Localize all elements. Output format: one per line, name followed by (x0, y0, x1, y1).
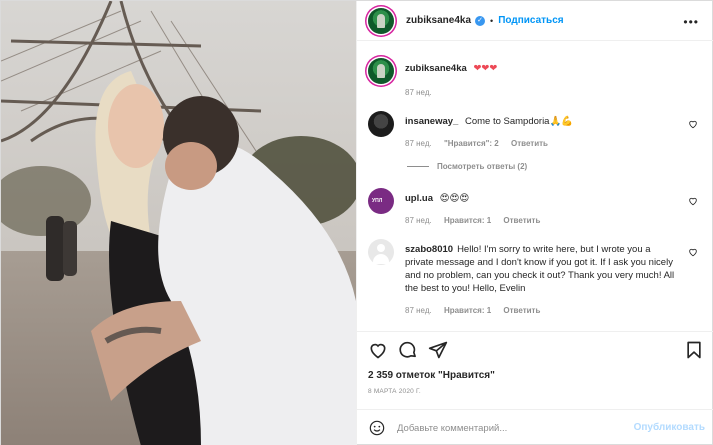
publish-button[interactable]: Опубликовать (634, 422, 705, 433)
more-icon[interactable]: ••• (683, 15, 699, 29)
reply-button[interactable]: Ответить (511, 139, 548, 148)
view-replies-label: Посмотреть ответы (2) (437, 162, 528, 171)
bookmark-icon[interactable] (684, 340, 704, 360)
heart-icon[interactable] (688, 247, 698, 257)
post-photo[interactable] (1, 1, 356, 445)
caption: zubiksane4ka ❤❤❤ 87 нед. (368, 58, 704, 108)
heart-icon[interactable] (688, 196, 698, 206)
post-header: zubiksane4ka ✓ • Подписаться ••• (357, 1, 713, 41)
author-avatar[interactable] (368, 7, 394, 34)
add-comment-bar: Опубликовать (357, 409, 713, 445)
commenter-avatar[interactable] (368, 239, 394, 265)
post-dialog: zubiksane4ka ✓ • Подписаться ••• zubiksa… (0, 0, 713, 445)
replies-divider (407, 166, 429, 168)
share-icon[interactable] (428, 340, 448, 360)
comment-time[interactable]: 87 нед. (405, 306, 432, 315)
caption-text: ❤❤❤ (473, 63, 498, 74)
comment-username[interactable]: upl.ua (405, 193, 433, 204)
caption-time[interactable]: 87 нед. (405, 88, 432, 97)
post-date[interactable]: 8 МАРТА 2020 Г. (368, 388, 421, 395)
commenter-avatar[interactable] (368, 111, 394, 137)
post-side-panel: zubiksane4ka ✓ • Подписаться ••• zubiksa… (356, 1, 713, 445)
action-icons (368, 340, 704, 362)
comment-text: Come to Sampdoria🙏💪 (464, 116, 574, 127)
comments-list[interactable]: zubiksane4ka ❤❤❤ 87 нед. insaneway_ Come… (357, 41, 713, 331)
emoji-icon[interactable] (369, 420, 385, 436)
comment-text: 😍😍😍 (439, 193, 470, 204)
view-replies-button[interactable]: Посмотреть ответы (2) (407, 162, 527, 171)
post-actions: 2 359 отметок "Нравится" 8 МАРТА 2020 Г.… (357, 331, 713, 441)
comment-likes[interactable]: Нравится: 1 (444, 216, 491, 225)
avatar-logo-text: УПЛ (372, 198, 383, 204)
comment-likes[interactable]: "Нравится": 2 (444, 139, 499, 148)
comment-username[interactable]: szabo8010 (405, 244, 453, 255)
comment-icon[interactable] (398, 340, 418, 360)
commenter-avatar[interactable]: УПЛ (368, 188, 394, 214)
heart-icon[interactable] (688, 119, 698, 129)
follow-button[interactable]: Подписаться (498, 15, 563, 26)
comment-item: szabo8010 Hello! I'm sorry to write here,… (368, 239, 704, 331)
comment-likes[interactable]: Нравится: 1 (444, 306, 491, 315)
photo-illustration (1, 1, 356, 445)
separator-dot: • (490, 15, 494, 26)
caption-author-avatar[interactable] (368, 58, 394, 84)
verified-icon: ✓ (475, 15, 486, 26)
comment-input[interactable] (397, 419, 647, 437)
comment-time[interactable]: 87 нед. (405, 216, 432, 225)
comment-time[interactable]: 87 нед. (405, 139, 432, 148)
reply-button[interactable]: Ответить (503, 306, 540, 315)
caption-username[interactable]: zubiksane4ka (405, 63, 467, 74)
reply-button[interactable]: Ответить (503, 216, 540, 225)
heart-icon[interactable] (368, 340, 388, 360)
comment-username[interactable]: insaneway_ (405, 116, 458, 127)
comment-item: УПЛ upl.ua 😍😍😍 87 нед. Нравится: 1 Ответ… (368, 188, 704, 238)
author-username[interactable]: zubiksane4ka (406, 15, 471, 26)
likes-count[interactable]: 2 359 отметок "Нравится" (368, 370, 495, 381)
